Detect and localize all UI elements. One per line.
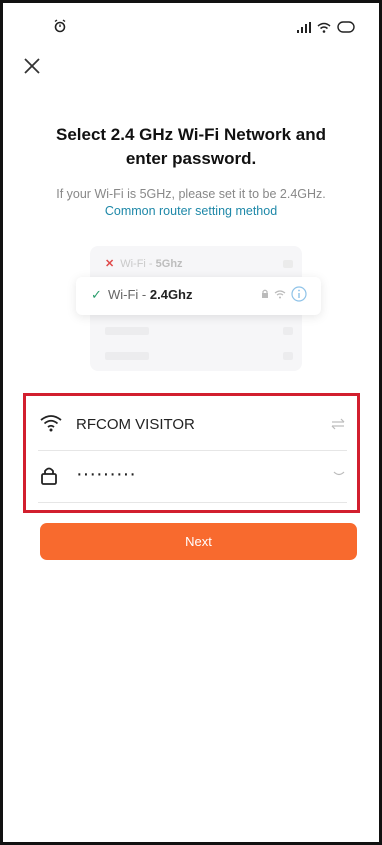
next-button[interactable]: Next	[40, 523, 357, 560]
illustration-row-5ghz: ✕ Wi-Fi - 5Ghz	[105, 257, 183, 270]
illustration-2-4ghz-prefix: Wi-Fi -	[108, 287, 150, 302]
band-hint: If your Wi-Fi is 5GHz, please set it to …	[56, 187, 326, 201]
illustration-placeholder	[283, 260, 293, 268]
illustration-5ghz-band: 5Ghz	[155, 258, 183, 270]
wifi-icon	[40, 415, 62, 432]
ssid-value[interactable]: RFCOM VISITOR	[76, 416, 195, 433]
ssid-field[interactable]: RFCOM VISITOR	[38, 402, 347, 451]
wifi-credentials-panel: RFCOM VISITOR ·········	[23, 393, 360, 513]
illustration-row-2-4ghz: ✓ Wi-Fi - 2.4Ghz	[76, 277, 321, 315]
title-line-2: enter password.	[125, 149, 257, 168]
lock-icon	[41, 467, 57, 485]
illustration-5ghz-prefix: Wi-Fi -	[120, 258, 156, 270]
cross-icon: ✕	[105, 258, 115, 270]
router-setting-link[interactable]: Common router setting method	[23, 203, 359, 220]
battery-icon	[337, 21, 355, 33]
status-bar	[3, 3, 379, 37]
illustration-2-4ghz-band: 2.4Ghz	[149, 287, 193, 302]
illustration-placeholder	[283, 352, 293, 360]
info-icon	[291, 286, 307, 302]
password-value[interactable]: ·········	[76, 463, 136, 486]
wifi-small-icon	[274, 290, 286, 299]
screen-frame: Select 2.4 GHz Wi-Fi Network and enter p…	[0, 0, 382, 845]
check-icon: ✓	[91, 287, 102, 302]
lock-icon	[262, 289, 268, 298]
switch-network-icon[interactable]	[331, 418, 345, 430]
wifi-status-icon	[317, 22, 331, 33]
eye-closed-icon[interactable]	[333, 470, 345, 478]
password-field[interactable]: ·········	[38, 454, 347, 503]
signal-icon	[297, 21, 311, 33]
alarm-icon	[54, 19, 66, 33]
title-line-1: Select 2.4 GHz Wi-Fi Network and	[55, 125, 327, 144]
page-title: Select 2.4 GHz Wi-Fi Network and enter p…	[23, 123, 359, 171]
illustration-placeholder	[105, 352, 149, 360]
illustration-placeholder	[283, 327, 293, 335]
illustration-placeholder	[105, 327, 149, 335]
close-icon[interactable]	[21, 55, 43, 77]
